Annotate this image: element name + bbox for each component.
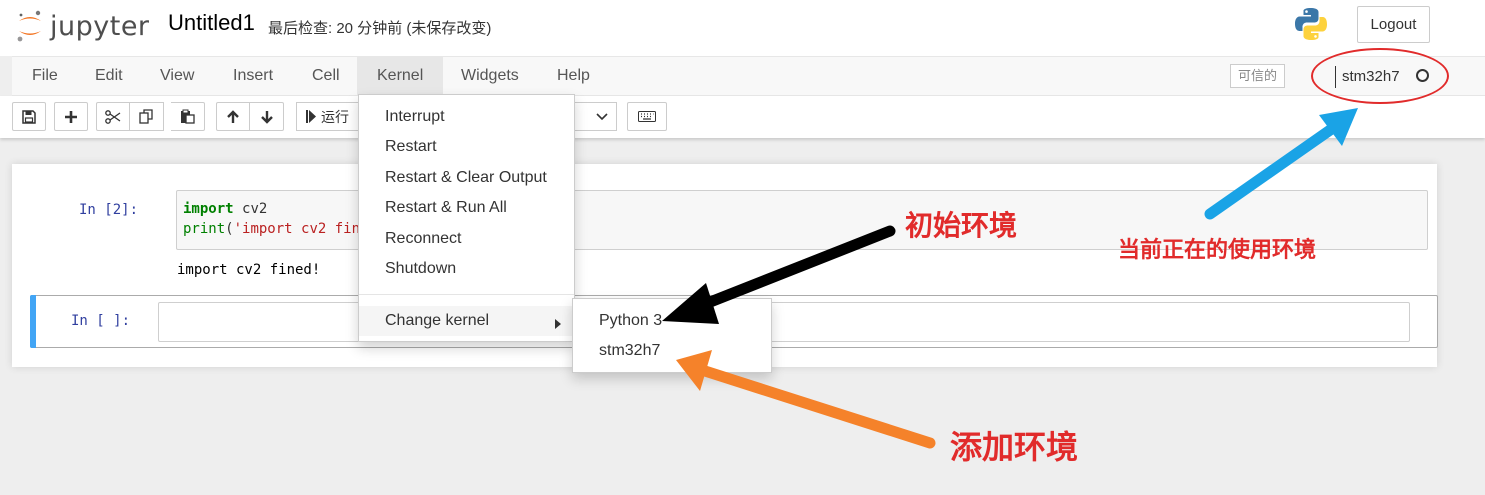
menu-item-restart-clear[interactable]: Restart & Clear Output xyxy=(359,163,574,193)
menu-widgets[interactable]: Widgets xyxy=(441,57,539,95)
menu-item-interrupt[interactable]: Interrupt xyxy=(359,102,574,132)
input-prompt: In [2]: xyxy=(79,202,139,218)
menu-item-reconnect[interactable]: Reconnect xyxy=(359,224,574,254)
input-prompt: In [ ]: xyxy=(71,313,131,329)
copy-button[interactable] xyxy=(130,102,164,131)
caret-right-icon xyxy=(555,319,561,329)
menu-edit[interactable]: Edit xyxy=(75,57,143,95)
insert-cell-button[interactable] xyxy=(54,102,88,131)
menu-item-shutdown[interactable]: Shutdown xyxy=(359,254,574,284)
change-kernel-submenu: Python 3 stm32h7 xyxy=(572,298,772,373)
toolbar: 运行 xyxy=(0,96,1485,138)
code-module: cv2 xyxy=(242,201,268,217)
menu-insert[interactable]: Insert xyxy=(213,57,293,95)
menu-cell[interactable]: Cell xyxy=(292,57,360,95)
checkpoint-status: 最后检查: 20 分钟前 (未保存改变) xyxy=(268,20,492,37)
python-logo-icon xyxy=(1295,8,1327,40)
menu-kernel[interactable]: Kernel xyxy=(357,57,444,95)
active-cell-indicator xyxy=(30,295,36,348)
highlight-ellipse xyxy=(1311,48,1449,104)
scissors-icon xyxy=(105,109,121,124)
paste-icon xyxy=(181,109,195,124)
arrow-up-icon xyxy=(227,109,239,123)
jupyter-logo-icon xyxy=(17,10,41,42)
save-button[interactable] xyxy=(12,102,46,131)
code-paren: ( xyxy=(225,221,234,237)
menu-view[interactable]: View xyxy=(140,57,214,95)
code-input[interactable] xyxy=(158,302,1410,342)
chevron-down-icon xyxy=(596,112,608,120)
copy-icon xyxy=(139,109,153,124)
kernel-option-stm32h7[interactable]: stm32h7 xyxy=(573,336,771,366)
step-forward-icon xyxy=(306,110,316,123)
annotation-added-env: 添加环境 xyxy=(950,428,1079,466)
menu-help[interactable]: Help xyxy=(537,57,610,95)
cell-output: import cv2 fined! xyxy=(177,262,321,278)
move-down-button[interactable] xyxy=(250,102,284,131)
code-string: 'import cv2 fini xyxy=(233,221,369,237)
annotation-initial-env: 初始环境 xyxy=(905,209,1018,242)
move-up-button[interactable] xyxy=(216,102,250,131)
paste-button[interactable] xyxy=(171,102,205,131)
code-keyword: import xyxy=(183,201,234,217)
cell-type-select[interactable] xyxy=(570,102,617,131)
code-builtin: print xyxy=(183,221,226,237)
cut-button[interactable] xyxy=(96,102,130,131)
annotation-current-env: 当前正在的使用环境 xyxy=(1118,238,1317,263)
menu-divider xyxy=(359,294,574,295)
menu-item-restart-run-all[interactable]: Restart & Run All xyxy=(359,193,574,223)
jupyter-logo-text: jupyter xyxy=(50,10,150,42)
trusted-badge[interactable]: 可信的 xyxy=(1230,64,1286,88)
command-palette-button[interactable] xyxy=(627,102,667,131)
plus-icon xyxy=(65,110,77,123)
header: jupyter Untitled1 最后检查: 20 分钟前 (未保存改变) L… xyxy=(0,0,1485,56)
save-icon xyxy=(22,109,36,124)
run-label: 运行 xyxy=(321,108,349,125)
kernel-menu-dropdown: Interrupt Restart Restart & Clear Output… xyxy=(358,94,575,342)
logout-button[interactable]: Logout xyxy=(1357,6,1430,43)
menubar: File Edit View Insert Cell Kernel Widget… xyxy=(12,56,1485,96)
kernel-option-python3[interactable]: Python 3 xyxy=(573,306,771,336)
run-button[interactable]: 运行 xyxy=(296,102,360,131)
keyboard-icon xyxy=(638,111,656,122)
arrow-down-icon xyxy=(260,110,273,124)
menu-item-restart[interactable]: Restart xyxy=(359,132,574,162)
jupyter-logo[interactable]: jupyter xyxy=(16,8,150,44)
menu-file[interactable]: File xyxy=(12,57,78,95)
notebook-name[interactable]: Untitled1 xyxy=(168,10,255,36)
menu-item-change-kernel[interactable]: Change kernel xyxy=(359,306,574,336)
